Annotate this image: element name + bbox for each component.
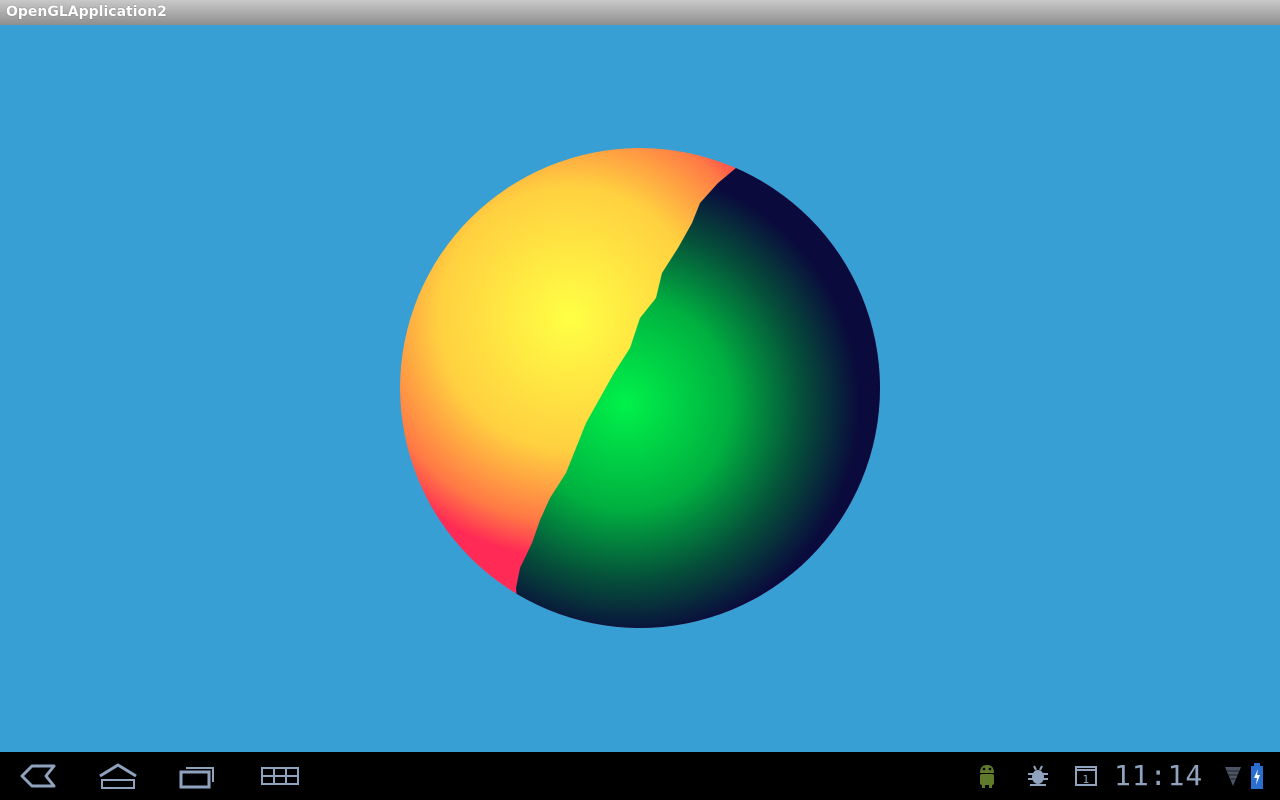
- clock[interactable]: 11:14: [1114, 760, 1214, 792]
- opengl-canvas[interactable]: [0, 25, 1280, 752]
- signal-indicator: [1224, 762, 1242, 790]
- battery-charging-icon: [1251, 763, 1263, 789]
- menu-icon: [261, 767, 299, 785]
- android-notification[interactable]: [974, 762, 1000, 790]
- android-notification-icon: [980, 765, 994, 788]
- home-button[interactable]: [90, 758, 146, 794]
- usb-debugging-icon: [1028, 765, 1048, 786]
- home-icon: [99, 763, 137, 789]
- recent-apps-icon: [179, 767, 214, 789]
- calendar-icon: 1: [1075, 766, 1097, 786]
- recent-apps-button[interactable]: [170, 758, 226, 794]
- signal-icon: [1225, 767, 1241, 786]
- menu-button[interactable]: [252, 758, 308, 794]
- system-navigation-bar: 1 11:14: [0, 752, 1280, 800]
- calendar-day: 1: [1083, 773, 1090, 786]
- window-title: OpenGLApplication2: [6, 4, 167, 20]
- window-title-bar: OpenGLApplication2: [0, 0, 1280, 25]
- back-button[interactable]: [10, 758, 66, 794]
- usb-debugging-notification[interactable]: [1024, 762, 1052, 790]
- battery-indicator[interactable]: [1250, 762, 1264, 790]
- sphere: [400, 148, 880, 628]
- back-icon: [20, 764, 56, 788]
- calendar-notification[interactable]: 1: [1074, 762, 1098, 790]
